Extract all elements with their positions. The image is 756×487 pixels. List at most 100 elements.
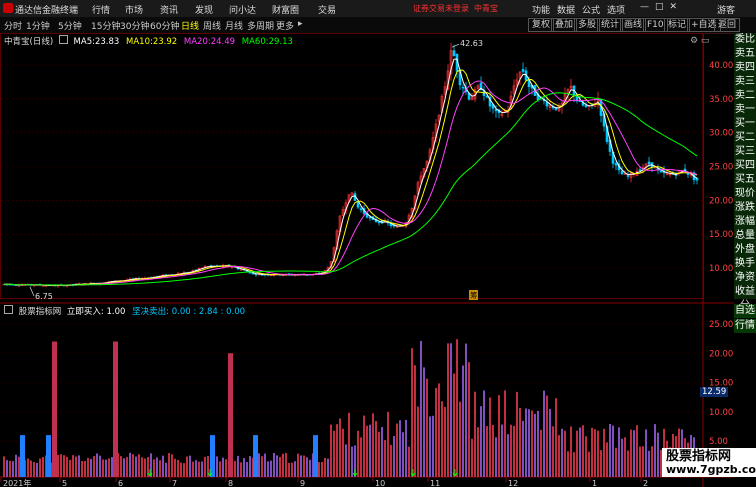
side-panel-item[interactable]: 自选 bbox=[734, 304, 756, 318]
side-panel-item[interactable]: 收益 bbox=[734, 285, 756, 299]
indicator-bar bbox=[519, 407, 521, 477]
tab-1min[interactable]: 1分钟 bbox=[26, 19, 50, 32]
app-logo-icon bbox=[3, 3, 13, 13]
indicator-bar bbox=[3, 456, 5, 477]
tab-5min[interactable]: 5分钟 bbox=[58, 19, 82, 32]
indicator-bar bbox=[597, 430, 599, 477]
indicator-bar bbox=[177, 460, 179, 477]
indicator-bar bbox=[15, 454, 17, 477]
tab-more[interactable]: 更多 bbox=[276, 19, 294, 32]
menu-item-ask[interactable]: 问小达 bbox=[229, 3, 256, 16]
ma60-value: 29.13 bbox=[268, 37, 293, 47]
side-panel-item[interactable]: 卖五 bbox=[734, 47, 756, 61]
tab-daily[interactable]: 日线 bbox=[181, 19, 199, 32]
side-panel-item[interactable]: 委比 bbox=[734, 33, 756, 47]
indicator-bar bbox=[120, 456, 122, 477]
side-panel-item[interactable]: 现价 bbox=[734, 187, 756, 201]
side-panel-item[interactable]: 净资 bbox=[734, 271, 756, 285]
menu-item-formula[interactable]: 公式 bbox=[582, 3, 600, 16]
side-panel-item[interactable]: 涨跌 bbox=[734, 201, 756, 215]
menu-item-data[interactable]: 数据 bbox=[557, 3, 575, 16]
indicator-bar bbox=[558, 435, 560, 477]
side-panel-item[interactable]: 卖三 bbox=[734, 75, 756, 89]
ma5-value: 23.83 bbox=[94, 37, 120, 47]
tab-weekly[interactable]: 周线 bbox=[203, 19, 221, 32]
guest-label[interactable]: 游客 bbox=[717, 3, 735, 16]
side-panel-item[interactable]: 总量 bbox=[734, 229, 756, 243]
candle-body bbox=[578, 100, 582, 102]
indicator-bar bbox=[267, 461, 269, 477]
side-panel-item[interactable]: 卖一 bbox=[734, 103, 756, 117]
x-axis-label: 12 bbox=[508, 479, 518, 487]
close-icon[interactable]: ✕ bbox=[670, 2, 684, 12]
side-panel-item[interactable]: 买二 bbox=[734, 131, 756, 145]
tab-multi-period[interactable]: 多周期 bbox=[247, 19, 274, 32]
legend-toggle-icon[interactable] bbox=[58, 35, 68, 44]
indicator-bar bbox=[522, 420, 524, 477]
tab-intraday[interactable]: 分时 bbox=[4, 19, 22, 32]
minimize-icon[interactable]: — bbox=[640, 2, 655, 12]
indicator-bar bbox=[138, 454, 140, 477]
side-panel-item[interactable]: 买一 bbox=[734, 117, 756, 131]
indicator-bar bbox=[588, 451, 590, 477]
x-axis-label: 7 bbox=[172, 479, 177, 487]
side-panel-item[interactable]: 行情 bbox=[734, 319, 756, 333]
side-panel-item[interactable]: 卖二 bbox=[734, 89, 756, 103]
window-controls[interactable]: —□✕ bbox=[640, 2, 683, 12]
indicator-bar bbox=[63, 455, 65, 477]
indicator-bar bbox=[144, 458, 146, 477]
indicator-bar bbox=[327, 458, 329, 477]
menu-item-quotes[interactable]: 行情 bbox=[92, 3, 110, 16]
indicator-bar bbox=[246, 462, 248, 477]
indicator-bar bbox=[165, 462, 167, 477]
side-panel-item[interactable]: 涨幅 bbox=[734, 215, 756, 229]
indicator-bar bbox=[633, 430, 635, 477]
menu-item-options[interactable]: 选项 bbox=[607, 3, 625, 16]
kline-chart[interactable]: 40.0035.0030.0025.0020.0015.0010.0025.00… bbox=[0, 33, 734, 487]
price-tick-label: 30.00 bbox=[709, 129, 733, 139]
indicator-bar bbox=[486, 426, 488, 477]
app-title: 通达信金融终端 bbox=[15, 6, 79, 16]
side-panel-item[interactable]: 换手 bbox=[734, 257, 756, 271]
indicator-bar bbox=[306, 457, 308, 477]
tab-15min[interactable]: 15分钟 bbox=[91, 19, 120, 32]
tab-60min[interactable]: 60分钟 bbox=[150, 19, 179, 32]
buy-signal-bar bbox=[20, 435, 25, 477]
indicator-bar bbox=[336, 424, 338, 477]
side-panel-item[interactable]: 买四 bbox=[734, 159, 756, 173]
menu-item-trade[interactable]: 交易 bbox=[318, 3, 336, 16]
more-chevron-icon[interactable]: ▸ bbox=[298, 19, 303, 29]
back-button[interactable]: 返回 bbox=[714, 18, 741, 32]
indicator-bar bbox=[273, 453, 275, 477]
indicator-bar bbox=[189, 455, 191, 477]
side-panel-item[interactable]: 外盘 bbox=[734, 243, 756, 257]
menu-item-market[interactable]: 市场 bbox=[125, 3, 143, 16]
security-status[interactable]: 证券交易未登录 bbox=[413, 3, 469, 14]
menu-item-news[interactable]: 资讯 bbox=[160, 3, 178, 16]
high-annotation: 42.63 bbox=[460, 39, 483, 48]
side-panel-item[interactable]: 买三 bbox=[734, 145, 756, 159]
indicator-bar bbox=[447, 343, 449, 477]
indicator-bar bbox=[624, 437, 626, 477]
indicator-bar bbox=[390, 444, 392, 477]
indicator-bar bbox=[369, 424, 371, 477]
ma20-label: MA20: bbox=[183, 37, 211, 47]
indicator-bar bbox=[420, 340, 422, 477]
side-panel-item[interactable]: 卖四 bbox=[734, 61, 756, 75]
indicator-toggle-icon[interactable] bbox=[4, 305, 13, 314]
price-tick-label: 35.00 bbox=[709, 95, 733, 105]
indicator-bar bbox=[546, 395, 548, 477]
indicator-bar bbox=[309, 459, 311, 477]
indicator-bar bbox=[411, 348, 413, 477]
indicator-bar bbox=[606, 442, 608, 477]
menu-item-discover[interactable]: 发现 bbox=[195, 3, 213, 16]
menu-item-function[interactable]: 功能 bbox=[532, 3, 550, 16]
side-panel-item[interactable]: 买五 bbox=[734, 173, 756, 187]
maximize-icon[interactable]: □ bbox=[655, 2, 670, 12]
menu-item-wealth[interactable]: 财富圈 bbox=[272, 3, 299, 16]
tab-monthly[interactable]: 月线 bbox=[225, 19, 243, 32]
indicator-bar bbox=[261, 456, 263, 477]
low-annotation: 6.75 bbox=[35, 292, 53, 301]
tab-30min[interactable]: 30分钟 bbox=[120, 19, 149, 32]
chart-settings-icon[interactable]: ⚙ ▭ bbox=[690, 36, 709, 46]
